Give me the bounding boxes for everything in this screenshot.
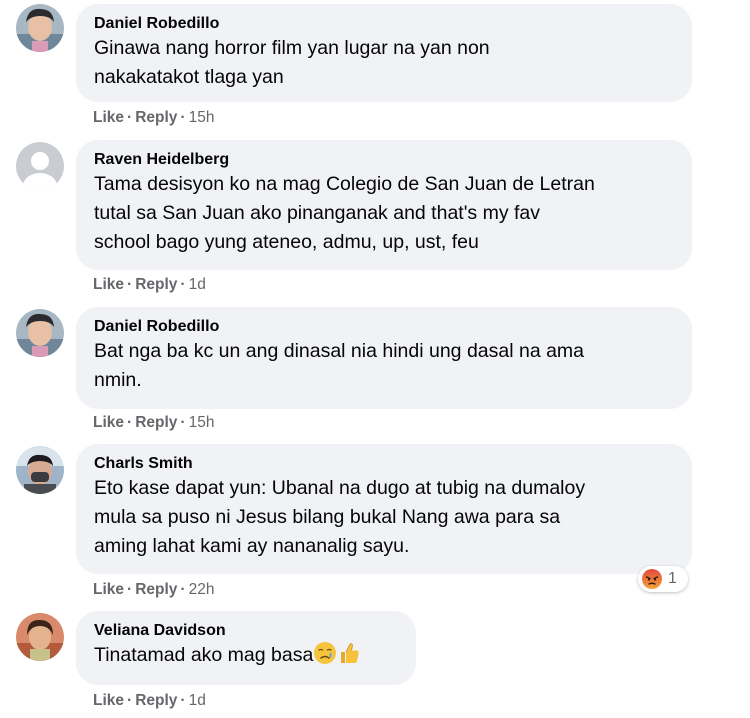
like-button[interactable]: Like bbox=[93, 276, 124, 293]
avatar[interactable] bbox=[16, 4, 64, 52]
person-photo-icon bbox=[16, 446, 64, 494]
avatar[interactable] bbox=[16, 446, 64, 494]
comment-text: Ginawa nang horror film yan lugar na yan… bbox=[94, 37, 490, 88]
comment-actions: Like · Reply · 1d bbox=[93, 691, 206, 711]
comment-text: Eto kase dapat yun: Ubanal na dugo at tu… bbox=[94, 477, 586, 557]
comment-bubble: Daniel Robedillo Bat nga ba kc un ang di… bbox=[76, 307, 692, 409]
comment-actions: Like · Reply · 1d bbox=[93, 275, 206, 295]
reply-button[interactable]: Reply bbox=[135, 109, 177, 126]
reply-button[interactable]: Reply bbox=[135, 692, 177, 709]
comment-author[interactable]: Daniel Robedillo bbox=[94, 317, 674, 337]
separator: · bbox=[127, 581, 133, 598]
like-button[interactable]: Like bbox=[93, 581, 124, 598]
separator: · bbox=[180, 414, 186, 431]
comment-bubble: Veliana Davidson Tinatamad ako mag basa bbox=[76, 611, 416, 685]
reply-button[interactable]: Reply bbox=[135, 414, 177, 431]
thumbs-up-icon bbox=[341, 643, 359, 663]
crying-face-icon bbox=[314, 642, 337, 664]
separator: · bbox=[180, 692, 186, 709]
separator: · bbox=[180, 109, 186, 126]
reaction-count: 1 bbox=[668, 570, 677, 587]
comment-bubble: Raven Heidelberg Tama desisyon ko na mag… bbox=[76, 140, 692, 270]
angry-reaction-icon bbox=[642, 569, 662, 589]
like-button[interactable]: Like bbox=[93, 109, 124, 126]
separator: · bbox=[127, 692, 133, 709]
avatar[interactable] bbox=[16, 142, 64, 190]
reaction-summary[interactable]: 1 bbox=[638, 566, 688, 592]
comment-author[interactable]: Charls Smith bbox=[94, 454, 674, 474]
comment-timestamp[interactable]: 1d bbox=[189, 276, 206, 293]
separator: · bbox=[180, 581, 186, 598]
comment-author[interactable]: Raven Heidelberg bbox=[94, 150, 674, 170]
comment-timestamp[interactable]: 15h bbox=[189, 109, 215, 126]
separator: · bbox=[127, 109, 133, 126]
like-button[interactable]: Like bbox=[93, 414, 124, 431]
comment-timestamp[interactable]: 15h bbox=[189, 414, 215, 431]
person-photo-icon bbox=[16, 4, 64, 52]
comment-actions: Like · Reply · 15h bbox=[93, 108, 214, 128]
comment-text-body: Tinatamad ako mag basa bbox=[94, 644, 314, 666]
comment-timestamp[interactable]: 22h bbox=[189, 581, 215, 598]
person-photo-icon bbox=[16, 613, 64, 661]
comment-bubble: Charls Smith Eto kase dapat yun: Ubanal … bbox=[76, 444, 692, 574]
avatar[interactable] bbox=[16, 613, 64, 661]
comment-timestamp[interactable]: 1d bbox=[189, 692, 206, 709]
default-profile-icon bbox=[16, 142, 64, 190]
separator: · bbox=[127, 414, 133, 431]
reply-button[interactable]: Reply bbox=[135, 581, 177, 598]
comment-actions: Like · Reply · 15h bbox=[93, 413, 214, 433]
reply-button[interactable]: Reply bbox=[135, 276, 177, 293]
person-photo-icon bbox=[16, 309, 64, 357]
like-button[interactable]: Like bbox=[93, 692, 124, 709]
comment-text: Bat nga ba kc un ang dinasal nia hindi u… bbox=[94, 340, 585, 391]
separator: · bbox=[180, 276, 186, 293]
avatar[interactable] bbox=[16, 309, 64, 357]
comment-actions: Like · Reply · 22h bbox=[93, 580, 214, 600]
comment-author[interactable]: Veliana Davidson bbox=[94, 621, 398, 641]
comment-author[interactable]: Daniel Robedillo bbox=[94, 14, 674, 34]
comment-bubble: Daniel Robedillo Ginawa nang horror film… bbox=[76, 4, 692, 102]
comment-text: Tama desisyon ko na mag Colegio de San J… bbox=[94, 173, 595, 253]
comment-text: Tinatamad ako mag basa bbox=[94, 641, 398, 670]
separator: · bbox=[127, 276, 133, 293]
